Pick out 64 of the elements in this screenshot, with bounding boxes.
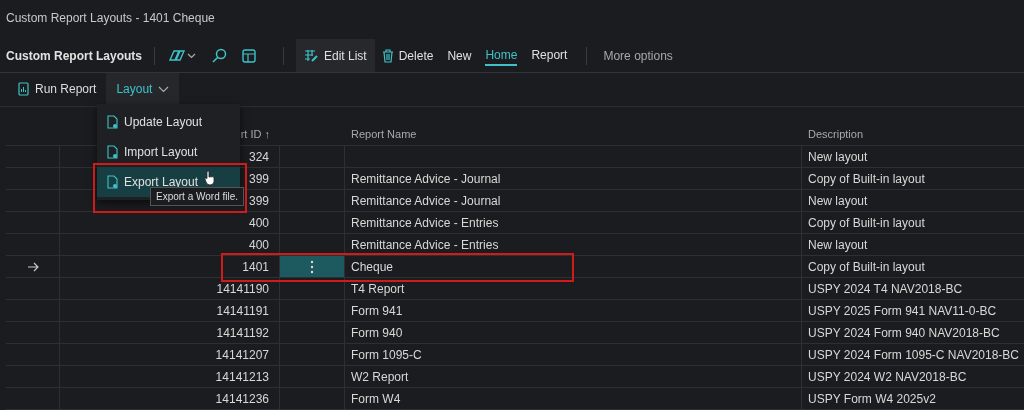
table-cell: New layout: [808, 149, 868, 164]
table-cell: 400: [248, 215, 269, 230]
layout-icon[interactable]: [241, 47, 257, 64]
table-cell: USPY 2024 Form 1095-C NAV2018-BC: [808, 347, 1019, 362]
table-cell: Copy of Built-in layout: [808, 259, 925, 274]
table-cell: Form W4: [351, 391, 401, 406]
table-cell: USPY 2024 Form 940 NAV2018-BC: [808, 325, 1000, 340]
table-cell: USPY 2025 Form 941 NAV11-0-BC: [808, 303, 997, 318]
table-cell: Copy of Built-in layout: [808, 215, 925, 230]
menu-item[interactable]: Update Layout: [97, 107, 240, 137]
column-header[interactable]: Description: [808, 128, 864, 140]
table-cell: 14141236: [215, 391, 269, 406]
search-icon[interactable]: [211, 47, 227, 64]
document-icon: [107, 145, 118, 159]
tab[interactable]: Home: [478, 39, 525, 72]
table-cell: USPY 2024 W2 NAV2018-BC: [808, 369, 967, 384]
table-cell: 1401: [242, 259, 269, 274]
table-cell: New layout: [808, 193, 868, 208]
table-cell: 400: [248, 237, 269, 252]
hand-cursor-icon: [204, 170, 216, 186]
copilot-icon[interactable]: [167, 47, 197, 64]
more-actions-icon[interactable]: [310, 259, 314, 274]
table-cell: Remittance Advice - Entries: [351, 215, 499, 230]
tooltip: Export a Word file.: [150, 187, 245, 206]
grid-edit-icon: [304, 48, 319, 63]
layout-menu-button[interactable]: Layout: [106, 73, 180, 105]
table-cell: 14141213: [215, 369, 269, 384]
table-cell: T4 Report: [351, 281, 405, 296]
column-header[interactable]: Report Name: [351, 128, 417, 140]
report-icon: [18, 82, 29, 96]
table-cell: Remittance Advice - Journal: [351, 171, 501, 186]
table-cell: 399: [248, 193, 269, 208]
column-header[interactable]: rt ID ↑: [240, 128, 270, 140]
edit-list-button[interactable]: Edit List: [296, 39, 375, 72]
menu-item[interactable]: Import Layout: [97, 137, 240, 167]
table-cell: 14141190: [216, 281, 269, 296]
table-cell: 324: [248, 149, 269, 164]
table-cell: W2 Report: [351, 369, 409, 384]
page-title: Custom Report Layouts: [6, 48, 142, 63]
window-title: Custom Report Layouts - 1401 Cheque: [5, 10, 216, 27]
delete-button[interactable]: Delete: [374, 39, 441, 72]
table-cell: USPY Form W4 2025v2: [808, 391, 936, 406]
trash-icon: [381, 48, 394, 63]
run-report-button[interactable]: Run Report: [8, 73, 107, 105]
table-cell: Copy of Built-in layout: [808, 171, 925, 186]
document-icon: [107, 115, 118, 129]
more-options-button[interactable]: More options: [599, 39, 680, 72]
table-cell: 399: [248, 171, 269, 186]
table-cell: 14141191: [216, 303, 269, 318]
table-cell: New layout: [808, 237, 868, 252]
row-arrow-icon: [26, 261, 39, 272]
table-cell: Cheque: [351, 259, 394, 274]
table-cell: Remittance Advice - Entries: [351, 237, 499, 252]
tab[interactable]: Report: [524, 39, 575, 72]
table-cell: 14141192: [216, 325, 269, 340]
table-cell: Form 1095-C: [351, 347, 422, 362]
table-cell: Form 940: [351, 325, 403, 340]
table-cell: USPY 2024 T4 NAV2018-BC: [808, 281, 963, 296]
table-cell: Remittance Advice - Journal: [351, 193, 501, 208]
table-cell: 14141207: [215, 347, 269, 362]
document-icon: [107, 175, 118, 189]
new-button[interactable]: New: [440, 39, 479, 72]
table-cell: Form 941: [351, 303, 403, 318]
chevron-down-icon: [158, 85, 170, 93]
